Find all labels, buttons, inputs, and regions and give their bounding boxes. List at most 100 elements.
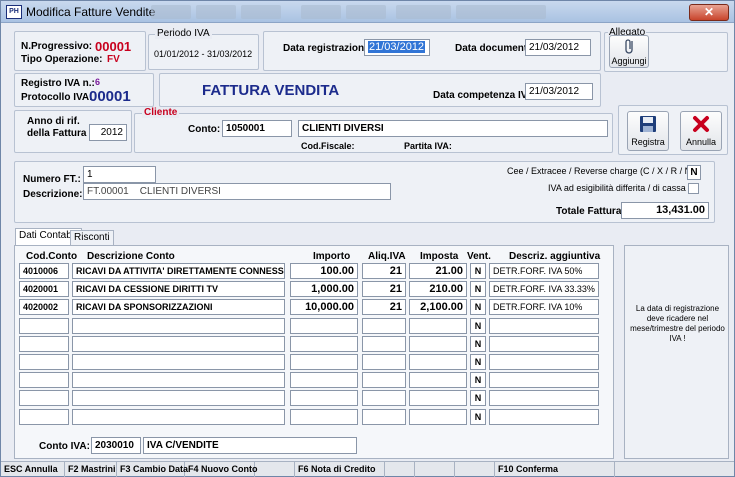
grid-cell-vent[interactable]: N <box>470 299 486 315</box>
totale-fattura-field: 13,431.00 <box>621 202 709 219</box>
grid-cell-agg[interactable]: DETR.FORF. IVA 10% <box>489 299 599 315</box>
grid-cell-cod[interactable]: 4020001 <box>19 281 69 297</box>
grid-cell-aliq[interactable] <box>362 354 406 370</box>
grid-cell-aliq[interactable]: 21 <box>362 299 406 315</box>
grid-cell-cod[interactable] <box>19 372 69 388</box>
grid-cell-cod[interactable] <box>19 336 69 352</box>
grid-cell-imposta[interactable] <box>409 409 467 425</box>
grid-cell-importo[interactable]: 10,000.00 <box>290 299 358 315</box>
grid-cell-importo[interactable] <box>290 318 358 334</box>
grid-cell-cod[interactable] <box>19 354 69 370</box>
iva-differita-label: IVA ad esigibilità differita / di cassa <box>548 183 686 193</box>
grid-cell-aliq[interactable]: 21 <box>362 281 406 297</box>
grid-cell-imposta[interactable] <box>409 318 467 334</box>
conto-input[interactable]: 1050001 <box>222 120 292 137</box>
grid-cell-importo[interactable]: 100.00 <box>290 263 358 279</box>
grid-cell-agg[interactable] <box>489 390 599 406</box>
grid-cell-imposta[interactable]: 210.00 <box>409 281 467 297</box>
partita-iva-label: Partita IVA: <box>404 141 452 151</box>
grid-cell-aliq[interactable] <box>362 390 406 406</box>
grid-cell-agg[interactable] <box>489 372 599 388</box>
descrizione-input[interactable]: FT.00001 CLIENTI DIVERSI <box>83 183 391 200</box>
grid-cell-importo[interactable] <box>290 372 358 388</box>
grid-cell-aliq[interactable] <box>362 318 406 334</box>
grid-cell-imposta[interactable] <box>409 372 467 388</box>
grid-cell-vent[interactable]: N <box>470 281 486 297</box>
grid-cell-imposta[interactable] <box>409 354 467 370</box>
grid-cell-cod[interactable] <box>19 318 69 334</box>
document-title: FATTURA VENDITA <box>202 82 340 99</box>
tipo-operazione-label: Tipo Operazione: <box>21 54 103 65</box>
descrizione-label: Descrizione: <box>23 189 83 200</box>
conto-iva-input[interactable]: 2030010 <box>91 437 141 454</box>
allegato-panel: Allegato Aggiungi <box>604 27 728 72</box>
iva-differita-checkbox[interactable] <box>688 183 699 194</box>
data-documento-input[interactable]: 21/03/2012 <box>525 39 591 56</box>
status-f6-nota-credito[interactable]: F6 Nota di Credito <box>295 462 385 477</box>
status-f2-mastrini[interactable]: F2 Mastrini <box>65 462 117 477</box>
grid-cell-desc[interactable]: RICAVI DA SPONSORIZZAZIONI <box>72 299 285 315</box>
grid-cell-desc[interactable] <box>72 372 285 388</box>
grid-cell-aliq[interactable]: 21 <box>362 263 406 279</box>
grid-cell-agg[interactable]: DETR.FORF. IVA 50% <box>489 263 599 279</box>
grid-cell-importo[interactable] <box>290 354 358 370</box>
grid-cell-desc[interactable]: RICAVI DA CESSIONE DIRITTI TV <box>72 281 285 297</box>
grid-cell-vent[interactable]: N <box>470 318 486 334</box>
grid-cell-desc[interactable]: RICAVI DA ATTIVITA' DIRETTAMENTE CONNESS <box>72 263 285 279</box>
grid-cell-importo[interactable] <box>290 336 358 352</box>
grid-cell-importo[interactable] <box>290 390 358 406</box>
grid-cell-cod[interactable]: 4020002 <box>19 299 69 315</box>
grid-cell-aliq[interactable] <box>362 336 406 352</box>
grid-cell-desc[interactable] <box>72 336 285 352</box>
grid-cell-importo[interactable]: 1,000.00 <box>290 281 358 297</box>
background-toolbar-blur <box>301 5 341 19</box>
grid-cell-cod[interactable] <box>19 390 69 406</box>
grid-cell-cod[interactable]: 4010006 <box>19 263 69 279</box>
grid-cell-agg[interactable] <box>489 409 599 425</box>
status-f3-cambio-data[interactable]: F3 Cambio Data <box>117 462 188 477</box>
grid-cell-imposta[interactable]: 2,100.00 <box>409 299 467 315</box>
periodo-iva-value: 01/01/2012 - 31/03/2012 <box>154 49 253 59</box>
grid-cell-desc[interactable] <box>72 390 285 406</box>
grid-cell-agg[interactable] <box>489 336 599 352</box>
grid-cell-agg[interactable] <box>489 318 599 334</box>
registra-button[interactable]: Registra <box>627 111 669 151</box>
grid-cell-cod[interactable] <box>19 409 69 425</box>
grid-cell-vent[interactable]: N <box>470 263 486 279</box>
data-registrazione-label: Data registrazione: <box>283 43 374 54</box>
status-f4-nuovo-conto[interactable]: F4 Nuovo Conto <box>185 462 258 477</box>
grid-cell-agg[interactable]: DETR.FORF. IVA 33.33% <box>489 281 599 297</box>
grid-cell-agg[interactable] <box>489 354 599 370</box>
numero-ft-input[interactable]: 1 <box>83 166 156 183</box>
grid-cell-importo[interactable] <box>290 409 358 425</box>
grid-cell-desc[interactable] <box>72 318 285 334</box>
data-competenza-input[interactable]: 21/03/2012 <box>525 83 593 100</box>
grid-cell-vent[interactable]: N <box>470 390 486 406</box>
anno-label-line2: della Fattura <box>27 128 87 139</box>
grid-cell-vent[interactable]: N <box>470 336 486 352</box>
status-f10-conferma[interactable]: F10 Conferma <box>495 462 615 477</box>
grid-cell-aliq[interactable] <box>362 372 406 388</box>
grid-cell-desc[interactable] <box>72 409 285 425</box>
grid-cell-vent[interactable]: N <box>470 354 486 370</box>
grid-cell-vent[interactable]: N <box>470 409 486 425</box>
dates-panel: Data registrazione: 21/03/2012 Data docu… <box>263 31 601 71</box>
cee-input[interactable]: N <box>687 165 701 180</box>
app-icon: PH <box>6 5 22 19</box>
registro-panel: Registro IVA n.: 6 Protocollo IVA: 00001 <box>14 73 154 107</box>
col-header-aliq-iva: Aliq.IVA <box>368 251 406 262</box>
tab-risconti[interactable]: Risconti <box>70 230 114 245</box>
anno-input[interactable]: 2012 <box>89 124 127 141</box>
grid-cell-vent[interactable]: N <box>470 372 486 388</box>
info-message: La data di registrazione deve ricadere n… <box>630 304 725 343</box>
aggiungi-button[interactable]: Aggiungi <box>609 35 649 68</box>
grid-cell-imposta[interactable] <box>409 336 467 352</box>
status-esc-annulla[interactable]: ESC Annulla <box>1 462 65 477</box>
grid-cell-imposta[interactable]: 21.00 <box>409 263 467 279</box>
grid-cell-aliq[interactable] <box>362 409 406 425</box>
grid-cell-desc[interactable] <box>72 354 285 370</box>
data-registrazione-input[interactable]: 21/03/2012 <box>364 39 430 56</box>
close-button[interactable]: ✕ <box>689 4 729 21</box>
grid-cell-imposta[interactable] <box>409 390 467 406</box>
annulla-button[interactable]: Annulla <box>680 111 722 151</box>
